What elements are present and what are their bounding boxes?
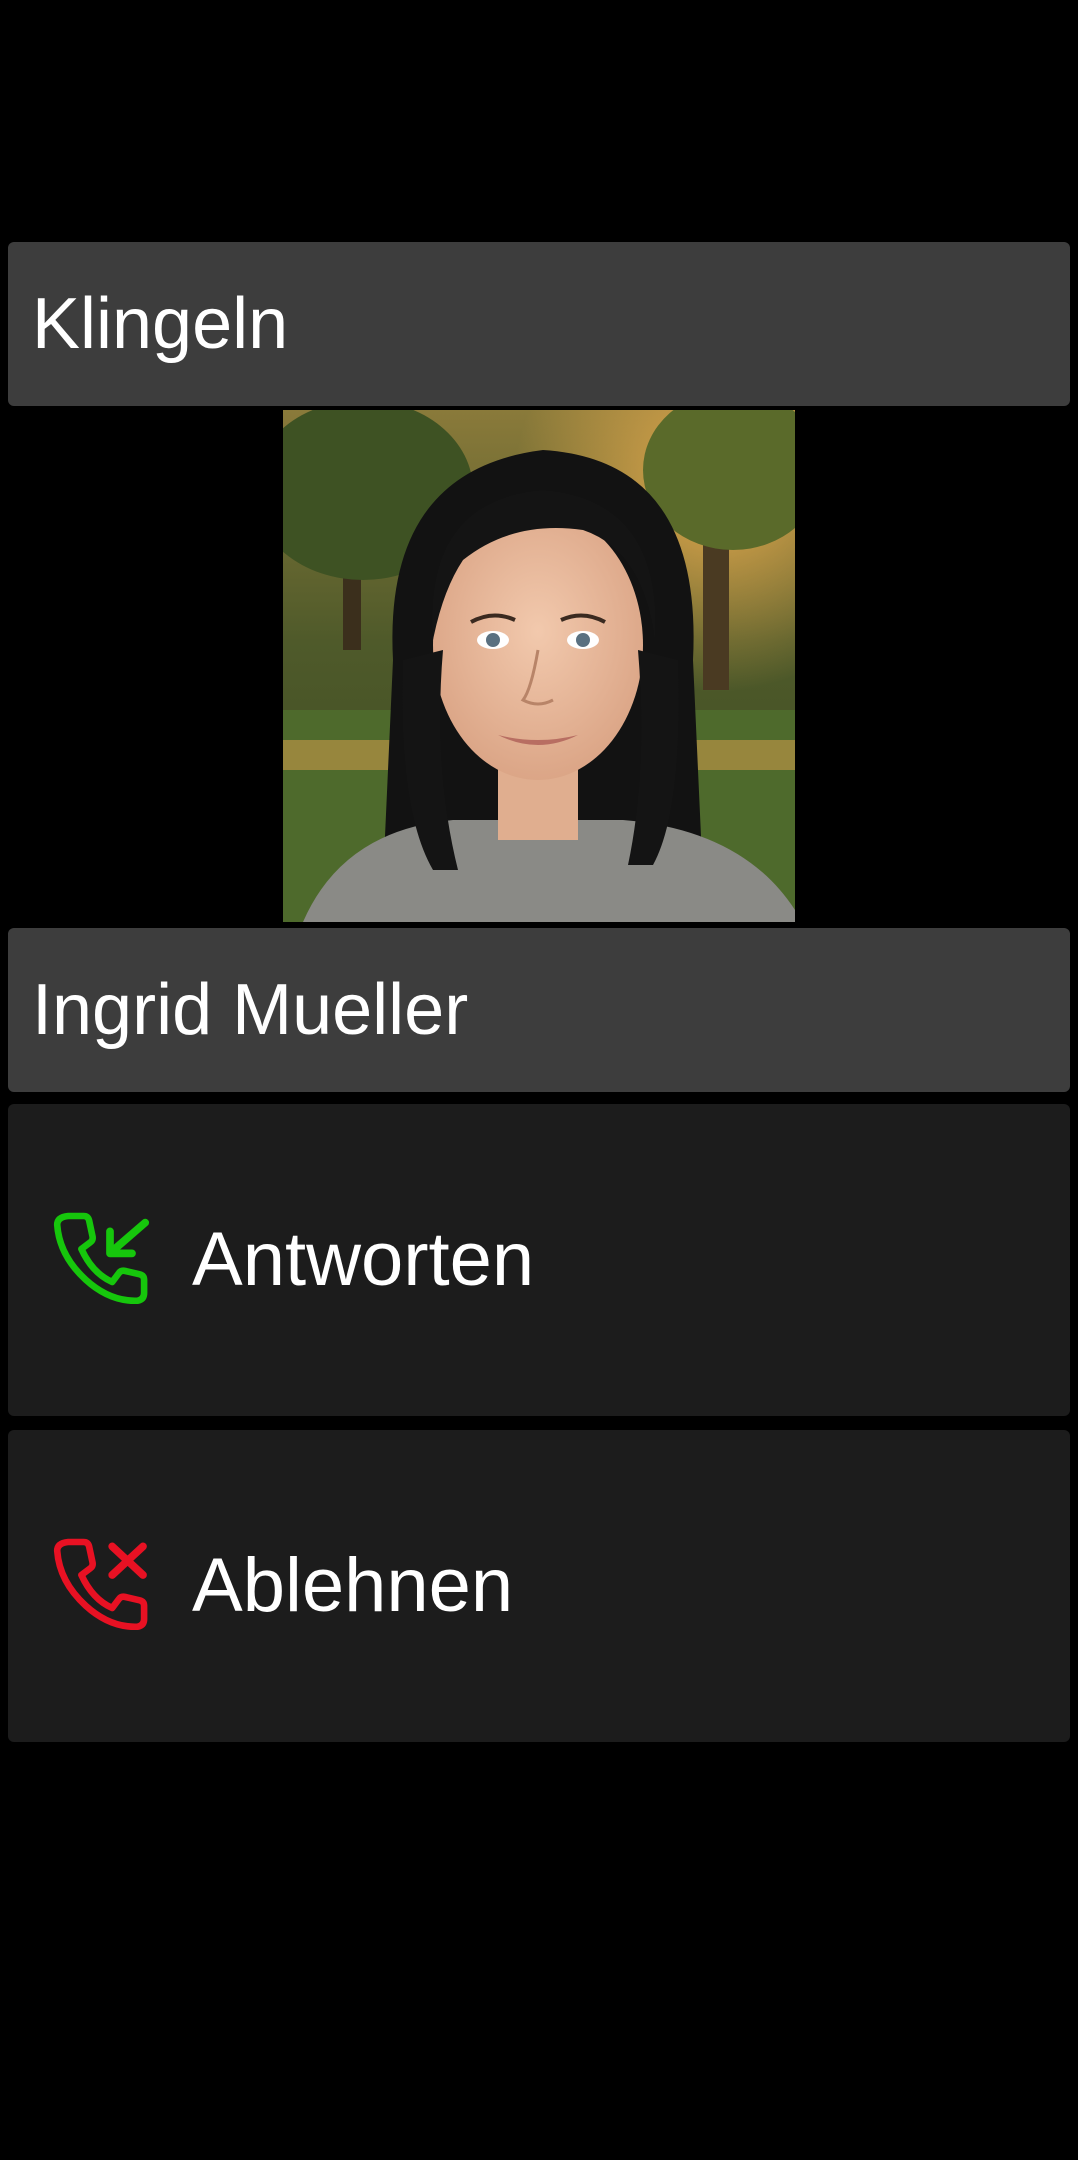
phone-decline-icon <box>53 1538 148 1631</box>
caller-name: Ingrid Mueller <box>32 970 469 1050</box>
call-status-bar: Klingeln <box>8 242 1070 406</box>
reject-label: Ablehnen <box>192 1543 514 1628</box>
call-status-title: Klingeln <box>32 284 289 364</box>
phone-incoming-icon <box>53 1212 150 1305</box>
caller-photo <box>283 410 795 922</box>
caller-name-bar: Ingrid Mueller <box>8 928 1070 1092</box>
answer-button[interactable]: Antworten <box>8 1104 1070 1416</box>
answer-label: Antworten <box>192 1217 535 1302</box>
caller-photo-image <box>283 410 795 922</box>
reject-button[interactable]: Ablehnen <box>8 1430 1070 1742</box>
